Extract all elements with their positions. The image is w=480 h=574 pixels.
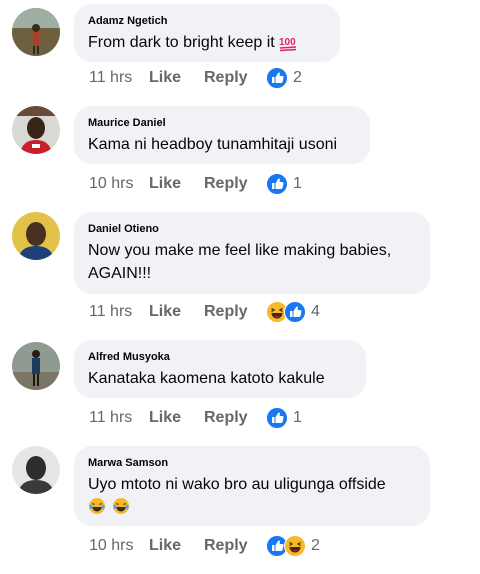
reaction-count: 2 <box>293 69 302 86</box>
reaction-summary[interactable]: 4 <box>266 301 320 323</box>
avatar[interactable] <box>12 8 60 56</box>
reply-button[interactable]: Reply <box>204 303 266 321</box>
avatar-image <box>12 106 60 154</box>
comment-actions: 11 hrs Like Reply 1 <box>89 406 302 430</box>
comment-author[interactable]: Alfred Musyoka <box>88 350 352 364</box>
comment-bubble: Adamz Ngetich From dark to bright keep i… <box>74 4 340 62</box>
comment-text: Now you make me feel like making babies,… <box>88 242 392 282</box>
reaction-count: 1 <box>293 175 302 192</box>
avatar[interactable] <box>12 446 60 494</box>
tears-of-joy-icon <box>89 498 105 514</box>
comment-actions: 10 hrs Like Reply 2 <box>89 534 320 558</box>
reply-button[interactable]: Reply <box>204 175 266 193</box>
comment-bubble: Marwa Samson Uyo mtoto ni wako bro au ul… <box>74 446 430 526</box>
reaction-count: 2 <box>311 537 320 554</box>
avatar[interactable] <box>12 106 60 154</box>
tears-of-joy-icon <box>113 498 130 514</box>
like-button[interactable]: Like <box>149 537 204 555</box>
comment-text-body: From dark to bright keep it <box>88 34 275 51</box>
avatar[interactable] <box>12 212 60 260</box>
comment-text: Kanataka kaomena katoto kakule <box>88 370 325 387</box>
comment-time[interactable]: 11 hrs <box>89 409 149 427</box>
avatar-image <box>12 446 60 494</box>
comment-bubble: Daniel Otieno Now you make me feel like … <box>74 212 430 294</box>
like-reaction-icon <box>284 301 306 323</box>
comment-actions: 11 hrs Like Reply 4 <box>89 300 320 324</box>
like-reaction-icon <box>266 67 288 89</box>
reply-button[interactable]: Reply <box>204 537 266 555</box>
svg-text:100: 100 <box>279 37 296 48</box>
comment-text: Kama ni headboy tunamhitaji usoni <box>88 136 338 153</box>
hundred-points-icon: 100 <box>279 37 296 52</box>
like-reaction-icon <box>266 407 288 429</box>
comment-time[interactable]: 10 hrs <box>89 175 149 193</box>
reply-button[interactable]: Reply <box>204 69 266 87</box>
comment-time[interactable]: 10 hrs <box>89 537 149 555</box>
comment-author[interactable]: Maurice Daniel <box>88 116 356 130</box>
comment-text: Uyo mtoto ni wako bro au uligunga offsid… <box>88 476 386 493</box>
comment-time[interactable]: 11 hrs <box>89 69 149 87</box>
avatar[interactable] <box>12 342 60 390</box>
comment-bubble: Maurice Daniel Kama ni headboy tunamhita… <box>74 106 370 164</box>
like-button[interactable]: Like <box>149 175 204 193</box>
reaction-summary[interactable]: 1 <box>266 407 302 429</box>
comment-author[interactable]: Adamz Ngetich <box>88 14 326 28</box>
reaction-count: 1 <box>293 409 302 426</box>
like-button[interactable]: Like <box>149 409 204 427</box>
haha-reaction-icon <box>284 535 306 557</box>
reaction-count: 4 <box>311 303 320 320</box>
comment-actions: 11 hrs Like Reply 2 <box>89 66 302 90</box>
comment-emoji-line <box>88 497 416 515</box>
avatar-image <box>12 8 60 56</box>
avatar-image <box>12 342 60 390</box>
reaction-summary[interactable]: 2 <box>266 535 320 557</box>
comment-author[interactable]: Daniel Otieno <box>88 222 416 236</box>
comment-actions: 10 hrs Like Reply 1 <box>89 172 302 196</box>
like-button[interactable]: Like <box>149 303 204 321</box>
comment-bubble: Alfred Musyoka Kanataka kaomena katoto k… <box>74 340 366 398</box>
reaction-summary[interactable]: 1 <box>266 173 302 195</box>
reply-button[interactable]: Reply <box>204 409 266 427</box>
comment-time[interactable]: 11 hrs <box>89 303 149 321</box>
like-button[interactable]: Like <box>149 69 204 87</box>
like-reaction-icon <box>266 173 288 195</box>
comment-text: From dark to bright keep it 100 <box>88 31 326 54</box>
comment-author[interactable]: Marwa Samson <box>88 456 416 470</box>
avatar-image <box>12 212 60 260</box>
reaction-summary[interactable]: 2 <box>266 67 302 89</box>
